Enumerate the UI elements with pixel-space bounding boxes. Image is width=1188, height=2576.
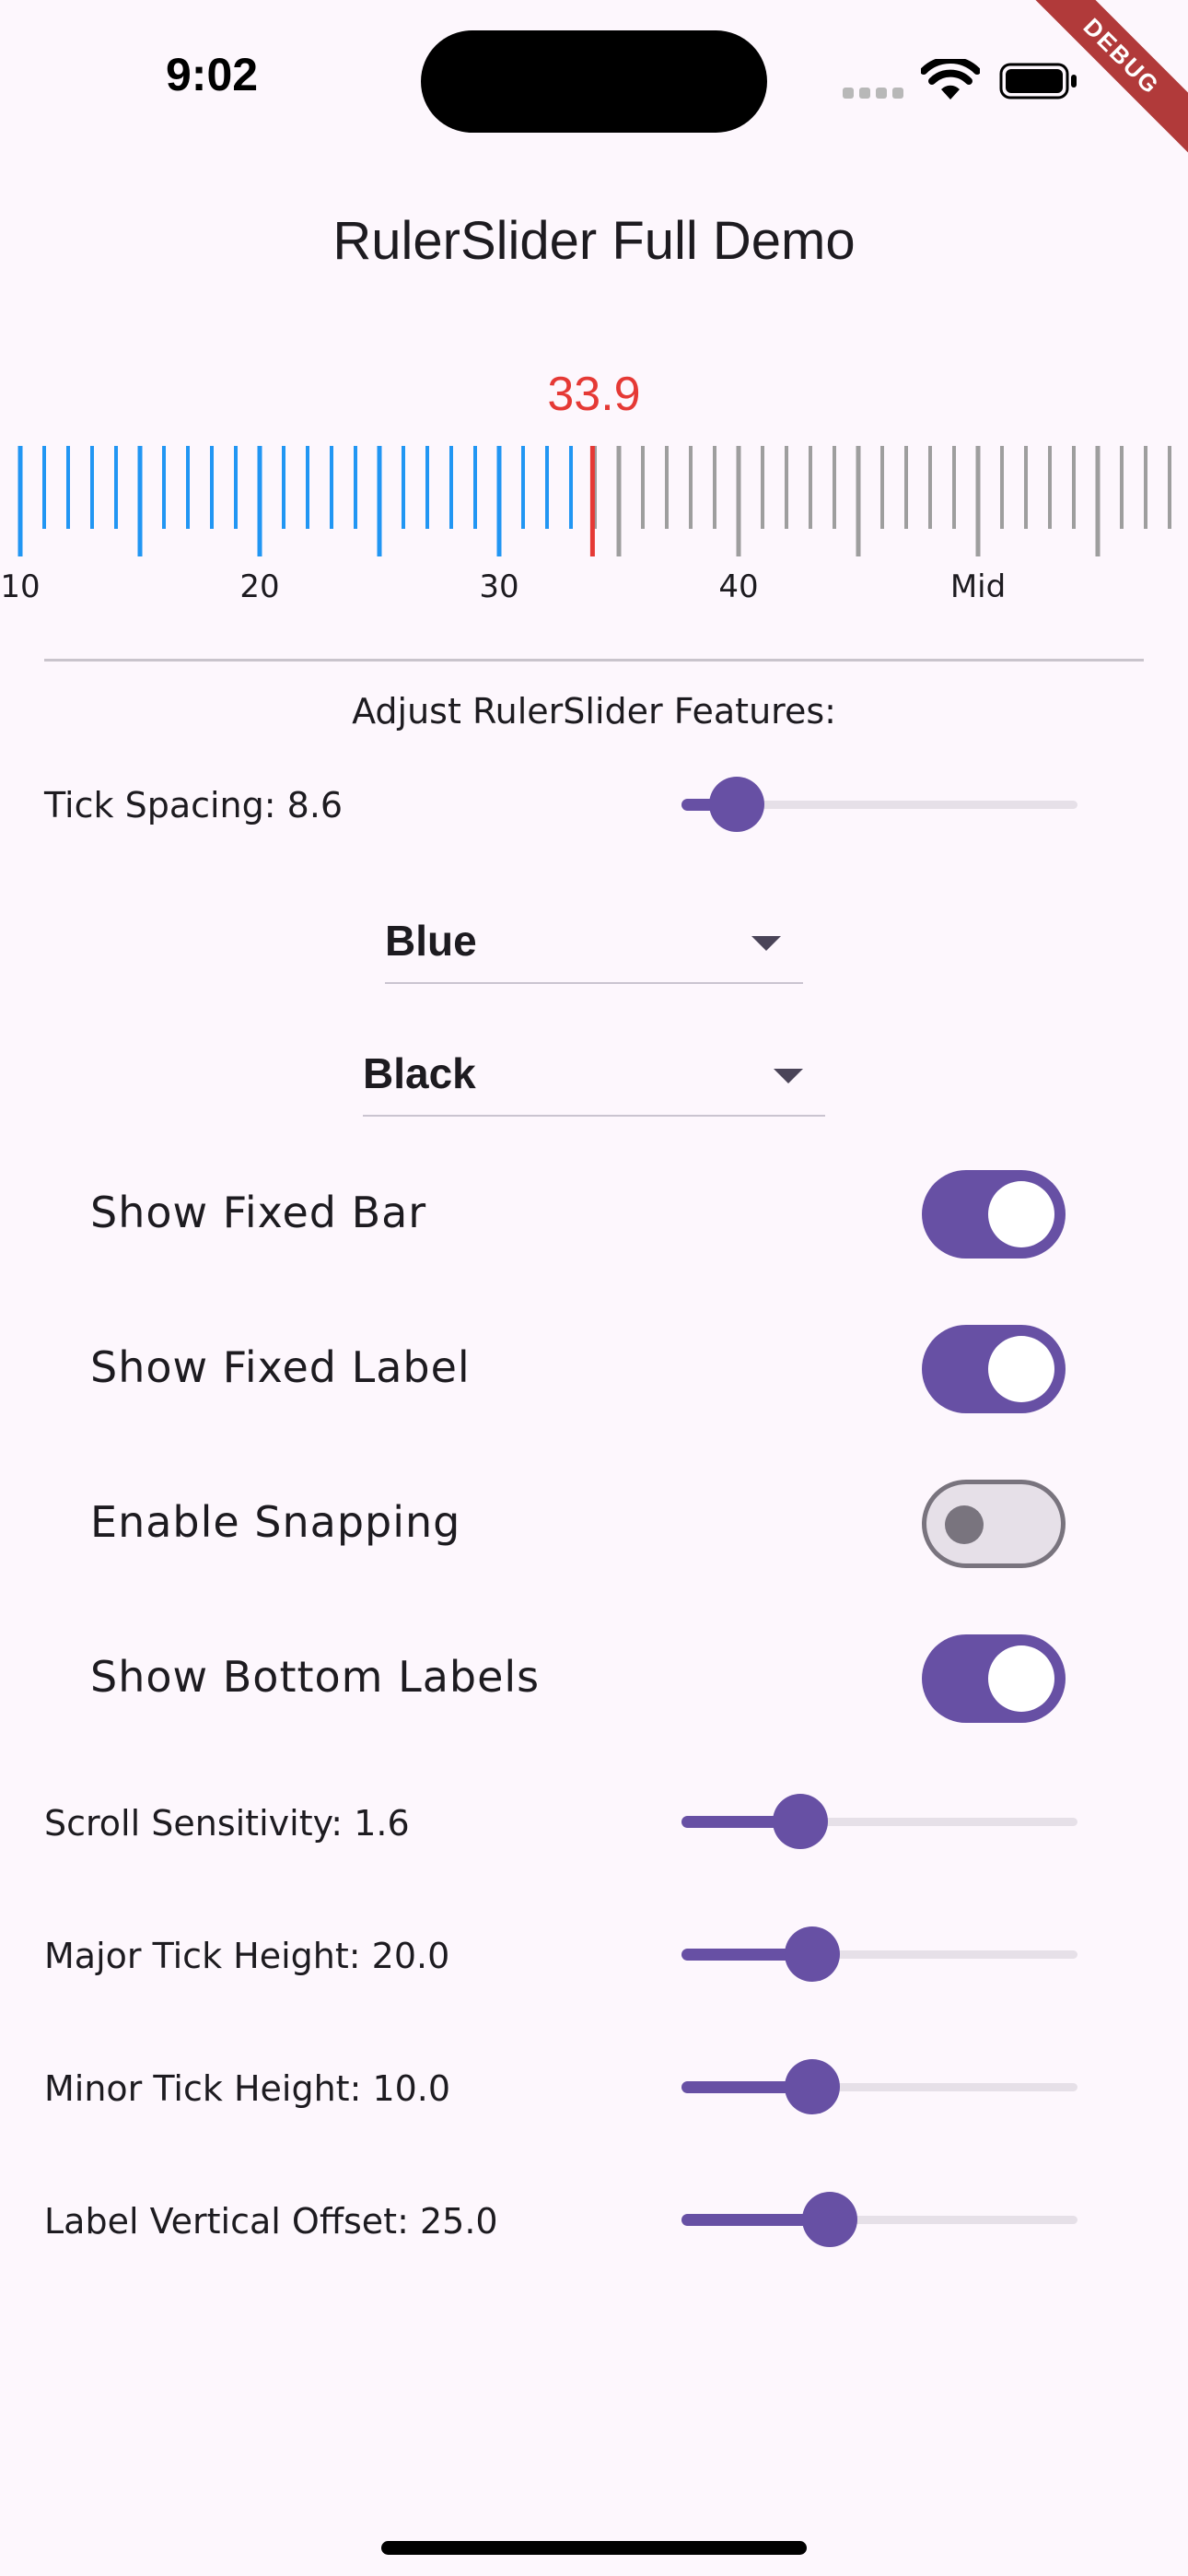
label-vertical-offset-label: Label Vertical Offset: 25.0 (44, 2201, 498, 2242)
switch-knob (988, 1336, 1054, 1402)
scroll-sensitivity-label: Scroll Sensitivity: 1.6 (44, 1803, 410, 1844)
show-fixed-bar-switch[interactable] (922, 1170, 1066, 1259)
show-bottom-labels-switch[interactable] (922, 1634, 1066, 1723)
section-heading: Adjust RulerSlider Features: (352, 691, 836, 732)
switch-knob (945, 1505, 984, 1544)
show-fixed-label-switch[interactable] (922, 1325, 1066, 1413)
label-vertical-offset-slider[interactable] (681, 2192, 1077, 2247)
ruler-bottom-label: 10 (0, 568, 40, 605)
tick-spacing-label: Tick Spacing: 8.6 (44, 785, 344, 825)
minor-tick-height-slider[interactable] (681, 2059, 1077, 2114)
enable-snapping-label: Enable Snapping (90, 1497, 461, 1547)
ruler-bottom-label: 40 (718, 568, 758, 605)
cellular-signal-icon (843, 88, 905, 100)
tick-color-value: Blue (385, 917, 477, 965)
show-fixed-label-label: Show Fixed Label (90, 1342, 471, 1392)
divider (44, 659, 1144, 662)
show-bottom-labels-label: Show Bottom Labels (90, 1652, 541, 1702)
label-color-dropdown[interactable]: Black (363, 1041, 825, 1117)
ruler-bottom-label: 30 (479, 568, 518, 605)
major-tick-height-slider[interactable] (681, 1926, 1077, 1982)
slider-thumb[interactable] (709, 777, 765, 832)
scroll-sensitivity-slider[interactable] (681, 1794, 1077, 1849)
label-color-value: Black (363, 1049, 476, 1097)
page-title: RulerSlider Full Demo (332, 211, 856, 271)
tick-spacing-slider[interactable] (681, 777, 1077, 832)
status-time: 9:02 (166, 49, 259, 100)
major-tick-height-label: Major Tick Height: 20.0 (44, 1936, 450, 1976)
home-indicator (381, 2541, 807, 2555)
slider-thumb[interactable] (784, 1926, 840, 1982)
minor-tick-height-label: Minor Tick Height: 10.0 (44, 2068, 451, 2109)
slider-thumb[interactable] (773, 1794, 828, 1849)
dynamic-island (421, 30, 767, 133)
ruler-slider[interactable]: 10 20 30 40 Mid (0, 433, 1188, 617)
dropdown-arrow-icon (751, 936, 781, 951)
battery-icon (999, 63, 1077, 100)
ruler-bottom-label: Mid (950, 568, 1006, 605)
dropdown-arrow-icon (774, 1069, 803, 1083)
tick-color-dropdown[interactable]: Blue (385, 908, 803, 984)
ruler-fixed-value-label: 33.9 (547, 368, 641, 421)
enable-snapping-switch[interactable] (922, 1480, 1066, 1568)
ruler-bottom-label: 20 (239, 568, 279, 605)
show-fixed-bar-label: Show Fixed Bar (90, 1188, 427, 1237)
slider-thumb[interactable] (802, 2192, 858, 2247)
slider-thumb[interactable] (784, 2059, 840, 2114)
wifi-icon (921, 59, 980, 100)
switch-knob (988, 1181, 1054, 1247)
switch-knob (988, 1645, 1054, 1712)
